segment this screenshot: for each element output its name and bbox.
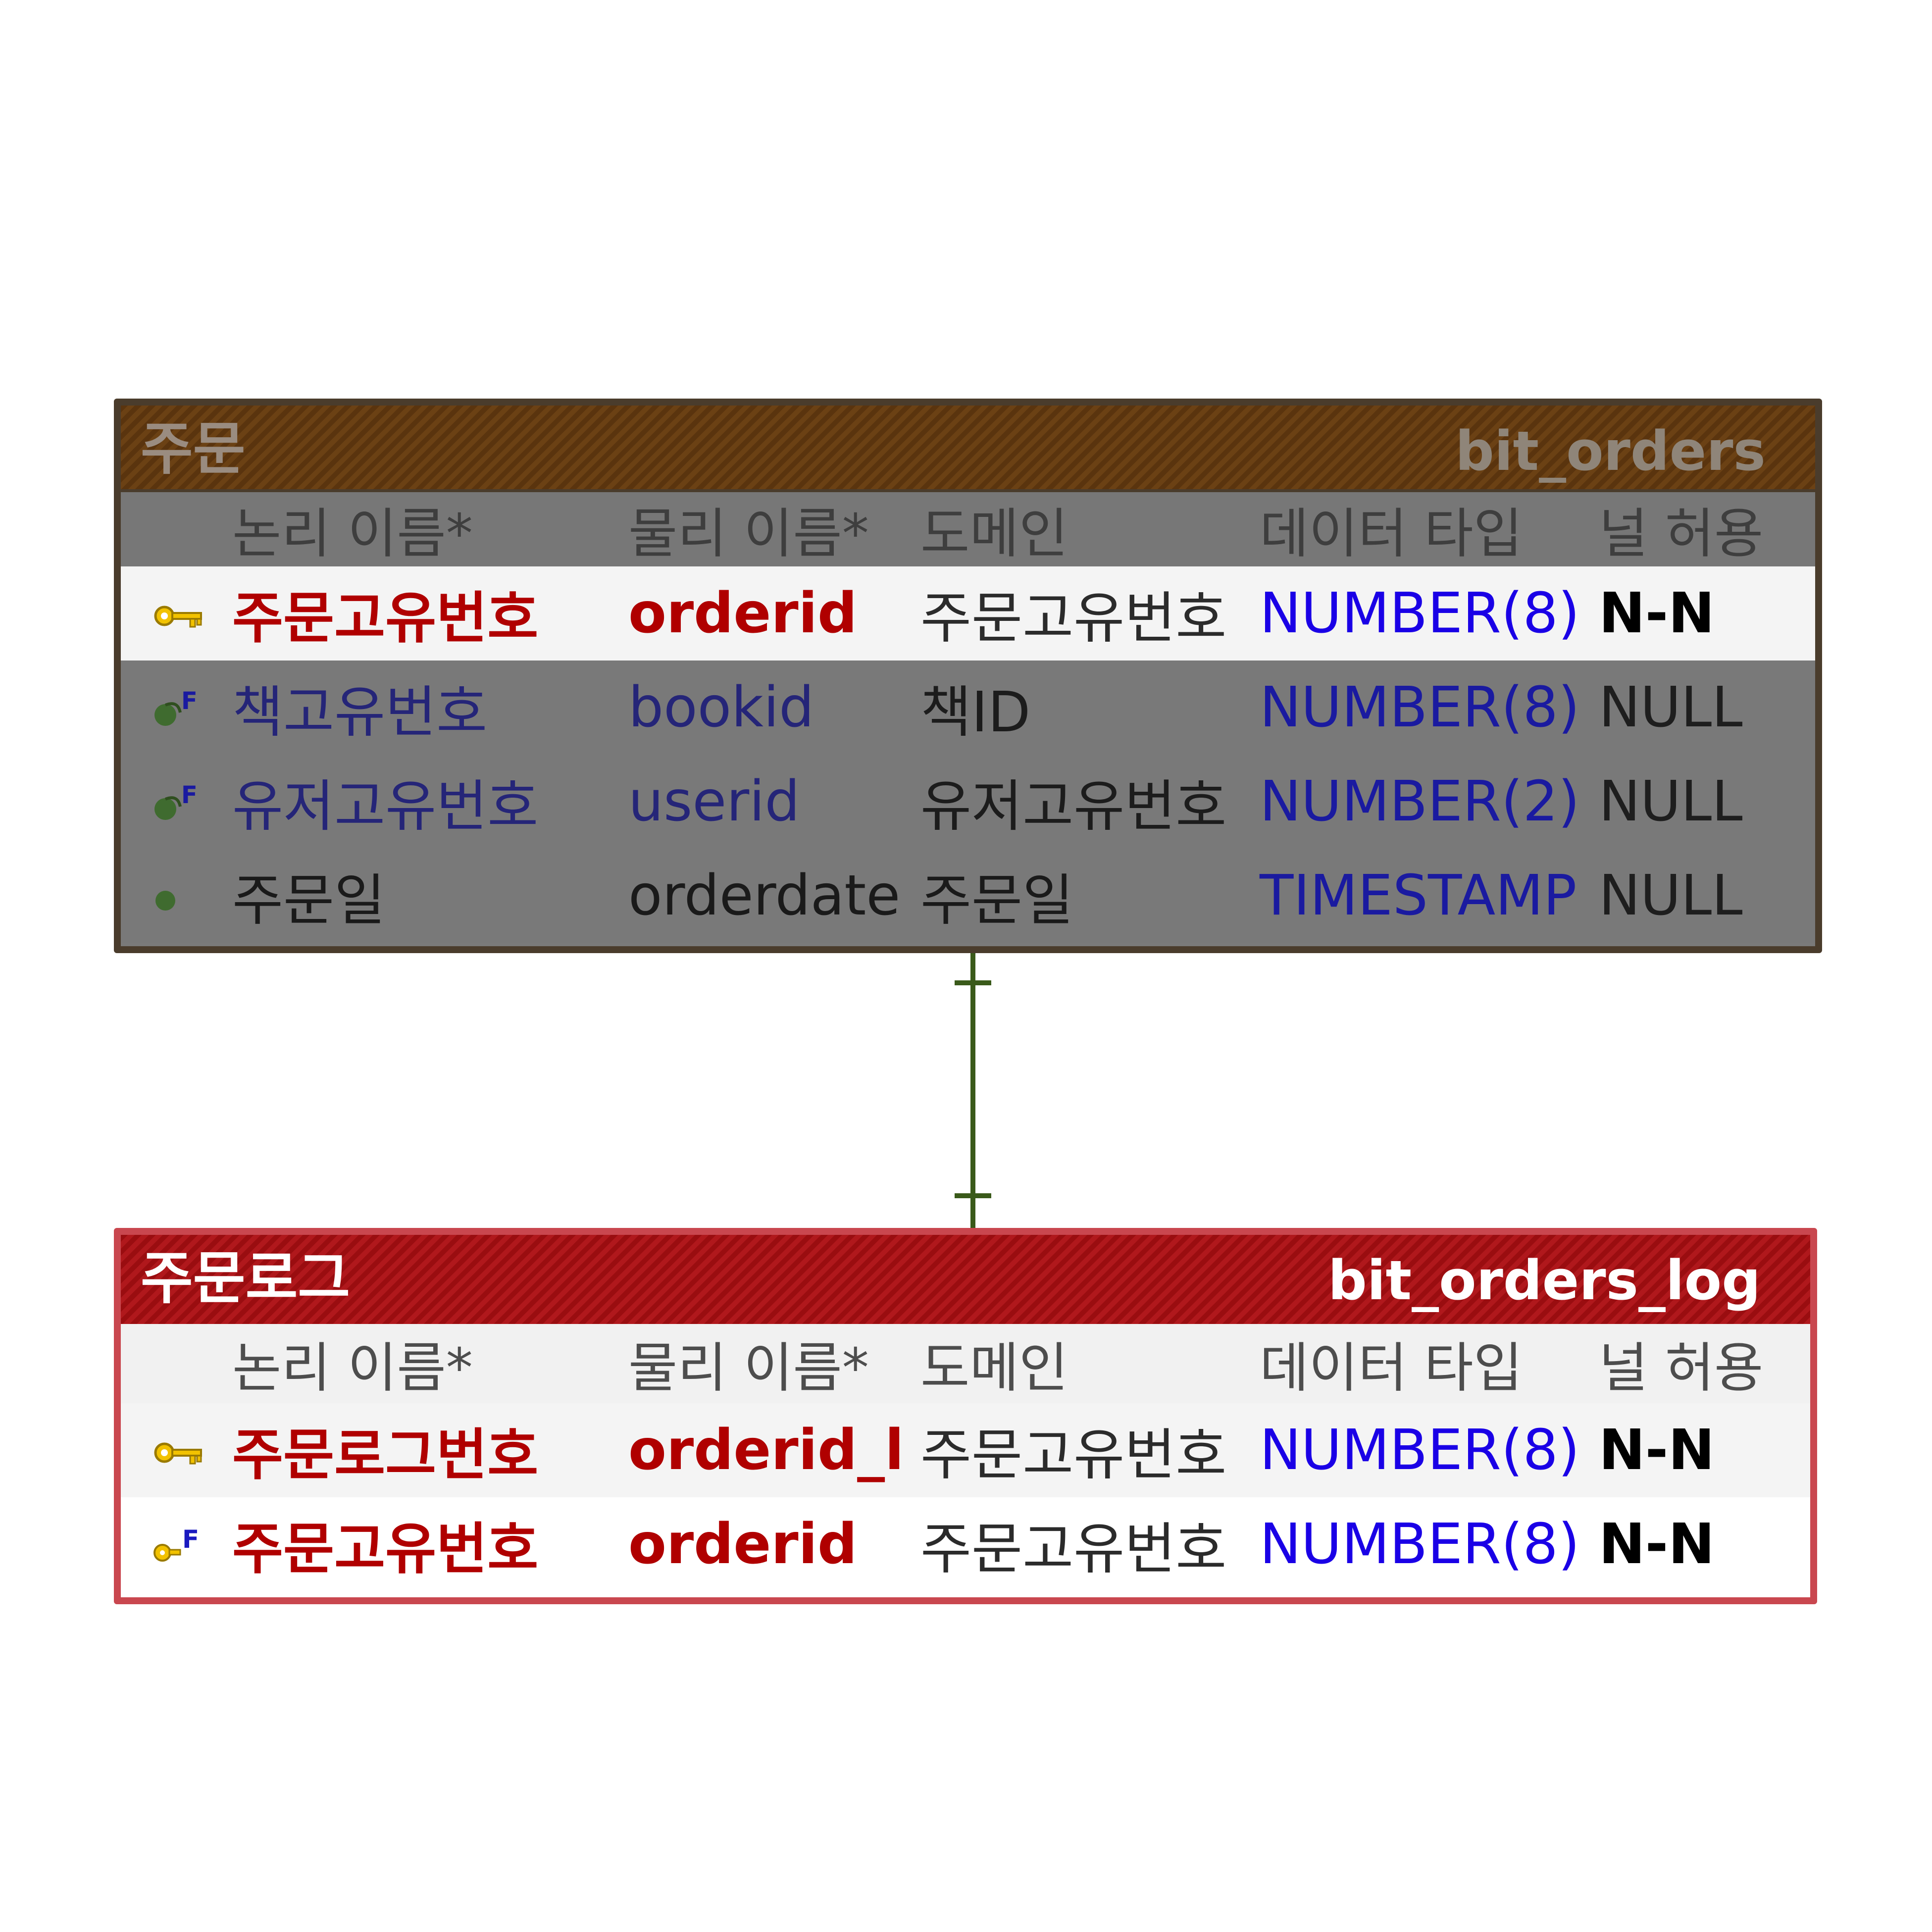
entity-physical-name: bit_orders (1455, 419, 1766, 483)
attribute-physical-name: userid (628, 769, 800, 834)
header-domain: 도메인 (920, 1337, 1068, 1399)
attribute-icon (155, 891, 175, 911)
header-physical-name: 물리 이름* (628, 503, 869, 565)
entity-physical-name: bit_orders_log (1328, 1249, 1761, 1312)
relationship-line[interactable] (0, 0, 1932, 1932)
entity-logical-name: 주문 (141, 416, 246, 482)
svg-text:F: F (181, 781, 198, 809)
header-logical-name: 논리 이름* (232, 503, 473, 565)
attribute-data-type: NUMBER(8) (1260, 1512, 1580, 1576)
attribute-physical-name: orderid (628, 1512, 858, 1576)
entity-orders-log[interactable]: 주문로그 bit_orders_log 논리 이름* 물리 이름* 도메인 데이… (114, 1228, 1817, 1604)
header-logical-name: 논리 이름* (232, 1337, 473, 1399)
attribute-data-type: TIMESTAMP (1260, 864, 1577, 928)
attribute-domain: 유저고유번호 (920, 774, 1227, 839)
attribute-domain: 주문고유번호 (920, 586, 1227, 651)
attribute-nullable: N-N (1599, 581, 1715, 646)
attribute-logical-name: 주문일 (232, 868, 386, 933)
attribute-nullable: N-N (1599, 1418, 1715, 1482)
attribute-nullable: NULL (1599, 769, 1743, 834)
attribute-physical-name: orderdate (628, 864, 901, 928)
attribute-domain: 책ID (920, 680, 1031, 745)
attribute-physical-name: bookid (628, 675, 814, 740)
primary-key-icon (154, 606, 202, 628)
attribute-row[interactable]: 주문일 orderdate 주문일 TIMESTAMP NULL (121, 849, 1815, 943)
erd-canvas: 주문 bit_orders 논리 이름* 물리 이름* 도메인 데이터 타입 널… (0, 0, 1932, 1932)
attribute-physical-name: orderid (628, 581, 858, 646)
attribute-domain: 주문고유번호 (920, 1517, 1227, 1581)
attribute-row[interactable]: 주문로그번호 orderid_l 주문고유번호 NUMBER(8) N-N (121, 1403, 1810, 1497)
attribute-domain: 주문고유번호 (920, 1423, 1227, 1487)
entity-orders[interactable]: 주문 bit_orders 논리 이름* 물리 이름* 도메인 데이터 타입 널… (114, 399, 1822, 953)
attribute-physical-name: orderid_l (628, 1418, 904, 1482)
svg-text:F: F (181, 687, 198, 715)
attribute-logical-name: 주문고유번호 (232, 586, 539, 651)
entity-logical-name: 주문로그 (141, 1245, 351, 1312)
foreign-key-icon: F (154, 781, 198, 820)
attribute-data-type: NUMBER(8) (1260, 1418, 1580, 1482)
attribute-data-type: NUMBER(8) (1260, 675, 1580, 740)
primary-foreign-key-icon: F (153, 1525, 199, 1562)
header-physical-name: 물리 이름* (628, 1337, 869, 1399)
attribute-nullable: N-N (1599, 1512, 1715, 1576)
attribute-nullable: NULL (1599, 864, 1743, 928)
header-data-type: 데이터 타입 (1260, 1337, 1523, 1399)
header-domain: 도메인 (920, 503, 1068, 565)
attribute-data-type: NUMBER(2) (1260, 769, 1580, 834)
attribute-logical-name: 책고유번호 (232, 680, 488, 745)
attribute-nullable: NULL (1599, 675, 1743, 740)
attribute-domain: 주문일 (920, 868, 1074, 933)
attribute-logical-name: 유저고유번호 (232, 774, 539, 839)
attribute-logical-name: 주문로그번호 (232, 1423, 539, 1487)
header-data-type: 데이터 타입 (1260, 503, 1523, 565)
foreign-key-icon: F (154, 687, 198, 726)
attribute-data-type: NUMBER(8) (1260, 581, 1580, 646)
svg-text:F: F (182, 1525, 199, 1554)
entity-header[interactable]: 주문로그 bit_orders_log (121, 1235, 1810, 1324)
attribute-row[interactable]: F 유저고유번호 userid 유저고유번호 NUMBER(2) NULL (121, 755, 1815, 849)
column-header-row: 논리 이름* 물리 이름* 도메인 데이터 타입 널 허용 (121, 1324, 1810, 1403)
primary-key-icon (154, 1442, 202, 1465)
header-nullable: 널 허용 (1599, 503, 1764, 565)
attribute-row[interactable]: 주문고유번호 orderid 주문고유번호 NUMBER(8) N-N (121, 566, 1815, 661)
entity-header[interactable]: 주문 bit_orders (121, 406, 1815, 492)
attribute-logical-name: 주문고유번호 (232, 1517, 539, 1581)
attribute-row[interactable]: F 책고유번호 bookid 책ID NUMBER(8) NULL (121, 661, 1815, 755)
header-nullable: 널 허용 (1599, 1337, 1764, 1399)
column-header-row: 논리 이름* 물리 이름* 도메인 데이터 타입 널 허용 (121, 492, 1815, 566)
attribute-row[interactable]: F 주문고유번호 orderid 주문고유번호 NUMBER(8) N-N (121, 1497, 1810, 1591)
